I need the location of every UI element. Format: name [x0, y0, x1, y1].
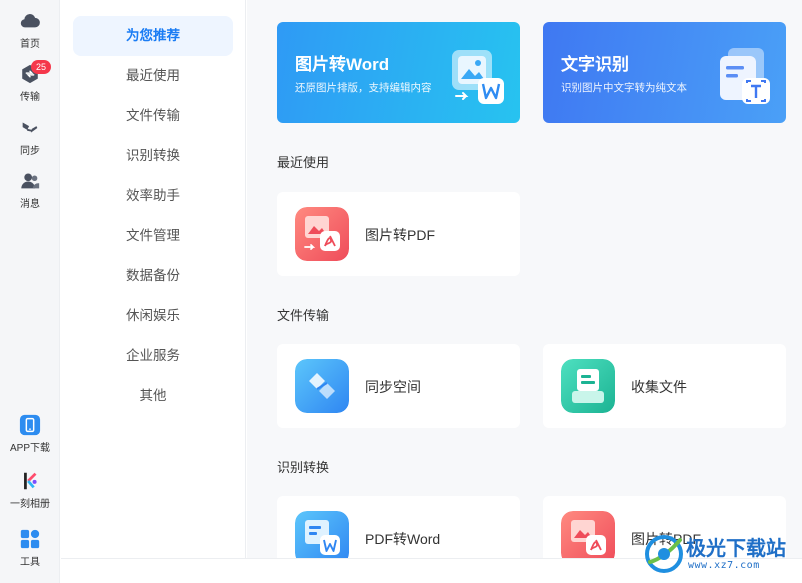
banner-title: 图片转Word	[295, 55, 390, 74]
tool-label: 收集文件	[631, 379, 687, 395]
category-enterprise[interactable]: 企业服务	[73, 336, 233, 376]
banner-text-recognition[interactable]: 文字识别 识别图片中文字转为纯文本	[543, 22, 786, 123]
transfer-badge: 25	[31, 60, 51, 74]
rail-home[interactable]: 首页	[0, 10, 60, 50]
image-to-pdf-icon	[561, 511, 615, 558]
collect-files-icon	[561, 359, 615, 413]
watermark-logo-icon	[645, 535, 683, 573]
cloud-icon	[20, 14, 40, 28]
category-other[interactable]: 其他	[73, 376, 233, 416]
category-recent[interactable]: 最近使用	[73, 56, 233, 96]
section-convert-title: 识别转换	[277, 460, 330, 475]
category-backup[interactable]: 数据备份	[73, 256, 233, 296]
ocr-icon	[720, 48, 770, 104]
tool-card-sync-space[interactable]: 同步空间	[277, 344, 520, 428]
tool-label: 图片转PDF	[365, 227, 435, 243]
tool-card-image-to-pdf[interactable]: 图片转PDF	[277, 192, 520, 276]
tools-main: 图片转Word 还原图片排版，支持编辑内容 文字识别 识别图片中文字转为纯文本 …	[247, 0, 802, 558]
rail-tools-label: 工具	[20, 557, 40, 568]
rail-tools[interactable]: 工具	[0, 528, 60, 568]
category-efficiency[interactable]: 效率助手	[73, 176, 233, 216]
watermark-text: 极光下载站	[686, 536, 786, 560]
sync-icon	[22, 122, 38, 133]
rail-home-label: 首页	[20, 39, 40, 50]
category-nav: 为您推荐 最近使用 文件传输 识别转换 效率助手 文件管理 数据备份 休闲娱乐 …	[61, 0, 246, 558]
watermark-url: www.xz7.com	[688, 560, 760, 571]
watermark: 极光下载站 www.xz7.com	[640, 528, 800, 580]
category-convert[interactable]: 识别转换	[73, 136, 233, 176]
rail-messages[interactable]: 消息	[0, 170, 60, 210]
rail-messages-label: 消息	[20, 199, 40, 210]
tool-label: 同步空间	[365, 379, 421, 395]
rail-app-download[interactable]: APP下载	[0, 414, 60, 454]
tool-label: PDF转Word	[365, 531, 441, 547]
banner-image-to-word[interactable]: 图片转Word 还原图片排版，支持编辑内容	[277, 22, 520, 123]
rail-album[interactable]: 一刻相册	[0, 470, 60, 510]
banner-subtitle: 识别图片中文字转为纯文本	[561, 82, 687, 94]
category-recommended[interactable]: 为您推荐	[73, 16, 233, 56]
left-rail: 首页 25 传输 同步 消息 APP下载 一刻相册 工具	[0, 0, 60, 583]
rail-transfer[interactable]: 25 传输	[0, 60, 60, 103]
category-transfer[interactable]: 文件传输	[73, 96, 233, 136]
tool-card-collect-files[interactable]: 收集文件	[543, 344, 786, 428]
banner-subtitle: 还原图片排版，支持编辑内容	[295, 82, 432, 94]
album-icon	[24, 472, 37, 490]
image-to-word-icon	[452, 50, 504, 104]
rail-app-download-label: APP下载	[9, 443, 50, 454]
category-leisure[interactable]: 休闲娱乐	[73, 296, 233, 336]
tools-grid-icon	[20, 529, 40, 549]
rail-sync-label: 同步	[20, 146, 40, 157]
banner-title: 文字识别	[561, 55, 629, 74]
rail-album-label: 一刻相册	[10, 499, 50, 510]
image-to-pdf-icon	[295, 207, 349, 261]
section-recent-title: 最近使用	[277, 155, 330, 170]
section-transfer-title: 文件传输	[277, 308, 330, 323]
rail-sync[interactable]: 同步	[0, 117, 60, 157]
sync-space-icon	[295, 359, 349, 413]
pdf-to-word-icon	[295, 511, 349, 558]
category-file-management[interactable]: 文件管理	[73, 216, 233, 256]
rail-transfer-label: 传输	[20, 92, 40, 103]
tool-card-pdf-to-word[interactable]: PDF转Word	[277, 496, 520, 558]
user-icon	[21, 173, 40, 189]
phone-icon	[19, 414, 41, 436]
